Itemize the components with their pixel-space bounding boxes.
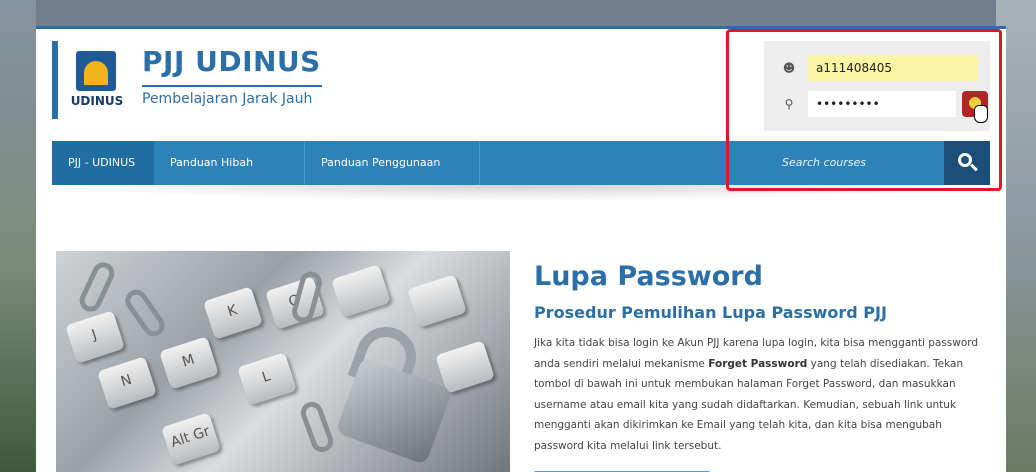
site-title[interactable]: PJJ UDINUS — [142, 45, 321, 78]
page-title: Lupa Password — [534, 261, 763, 292]
red-annotation-box — [726, 29, 1002, 191]
keyboard-key: M — [159, 336, 219, 390]
logo-text: UDINUS — [70, 94, 124, 108]
logo-sun-icon — [84, 61, 108, 85]
chain-link — [76, 258, 118, 316]
nav-item-pjj-udinus[interactable]: PJJ - UDINUS — [52, 141, 154, 185]
page: UDINUS PJJ UDINUS Pembelajaran Jarak Jau… — [36, 26, 1006, 472]
page-subtitle: Prosedur Pemulihan Lupa Password PJJ — [534, 303, 887, 322]
keyboard-key: J — [65, 310, 125, 364]
site-subtitle: Pembelajaran Jarak Jauh — [142, 91, 313, 107]
logo-accent-bar — [52, 41, 58, 119]
title-divider — [142, 85, 322, 87]
site-logo[interactable]: UDINUS — [66, 51, 128, 109]
nav-item-panduan-lms[interactable]: Panduan Penggunaan LMS — [305, 141, 479, 213]
keyboard-key: N — [97, 356, 157, 410]
body-text: yang telah disediakan. Tekan tombol di b… — [534, 357, 964, 452]
chain-link — [297, 398, 337, 456]
nav-item-panduan-hibah[interactable]: Panduan Hibah PDITT — [154, 141, 304, 213]
keyboard-key — [331, 264, 391, 318]
background-left — [0, 0, 36, 472]
chain-link — [121, 285, 169, 341]
keyboard-key: Alt Gr — [161, 412, 221, 466]
body-paragraph: Jika kita tidak bisa login ke Akun PJJ k… — [534, 333, 984, 456]
nav-separator — [479, 141, 480, 185]
hero-image-keyboard-lock: J K N M O L Alt Gr — [56, 251, 510, 472]
keyboard-key: K — [203, 286, 263, 340]
keyboard-key: L — [237, 352, 297, 406]
keyboard-key — [407, 274, 467, 328]
forget-password-emphasis: Forget Password — [708, 357, 808, 370]
